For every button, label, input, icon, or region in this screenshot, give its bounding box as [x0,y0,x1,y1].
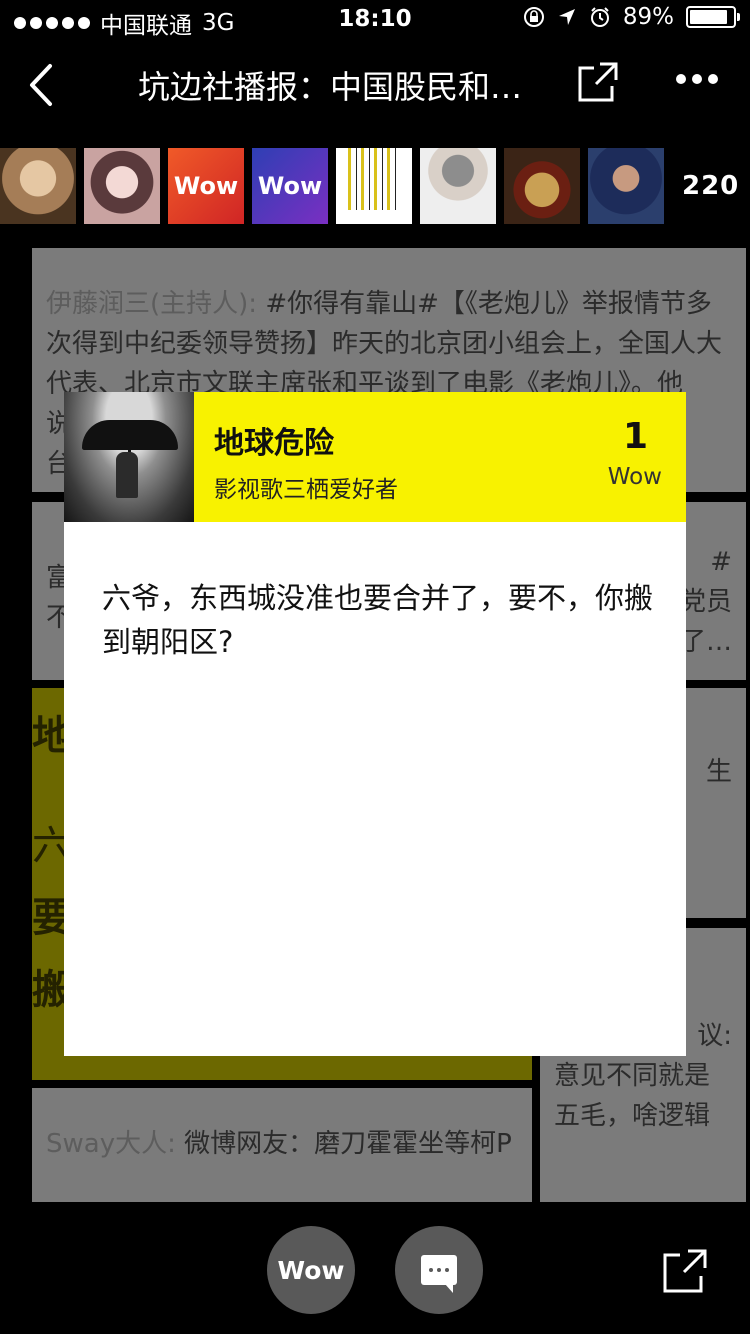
reactor-count[interactable]: 220 [682,148,739,224]
comment-text: 微博网友：磨刀霍霍坐等柯P [175,1129,512,1159]
comment-detail-modal[interactable]: 地球危险 影视歌三栖爱好者 1 Wow 六爷，东西城没准也要合并了，要不，你搬到… [64,392,686,1056]
battery-icon [686,6,740,28]
status-bar: 中国联通 3G 18:10 89% [0,0,750,40]
comment-icon [421,1255,457,1293]
share-icon[interactable] [662,1248,708,1294]
avatar[interactable] [0,148,76,224]
nav-bar: 坑边社播报：中国股民和… [0,42,750,128]
comment-text: 五毛，啥逻辑 [554,1101,711,1131]
bottom-toolbar: Wow [0,1204,750,1334]
status-right: 89% [523,4,740,30]
modal-header: 地球危险 影视歌三栖爱好者 1 Wow [64,392,686,522]
reactor-avatars: Wow Wow 220 [0,148,750,224]
user-subtitle: 影视歌三栖爱好者 [214,477,398,503]
more-icon[interactable] [676,74,718,84]
wow-button[interactable]: Wow [267,1226,355,1314]
avatar-wow[interactable]: Wow [252,148,328,224]
wow-label: Wow [173,172,239,200]
comment-user: 伊藤润三(主持人): [46,289,258,319]
battery-percent: 89% [622,4,674,30]
avatar[interactable] [504,148,580,224]
avatar[interactable] [588,148,664,224]
location-icon [558,9,575,25]
page-title: 坑边社播报：中国股民和… [138,68,523,106]
comment-card[interactable]: Sway大人: 微博网友：磨刀霍霍坐等柯P [32,1088,532,1202]
comment-text: 意见不同就是 [554,1061,711,1091]
avatar[interactable] [84,148,160,224]
user-avatar[interactable] [64,392,194,522]
rotation-lock-icon [523,7,544,27]
share-icon[interactable] [576,60,620,104]
wow-label: Wow [257,172,323,200]
comment-button[interactable] [395,1226,483,1314]
alarm-icon [590,7,609,27]
comment-message: 六爷，东西城没准也要合并了，要不，你搬到朝阳区? [102,581,654,659]
umbrella-icon [82,420,178,450]
avatar[interactable] [420,148,496,224]
comment-user: Sway大人: [46,1129,176,1159]
chevron-left-icon[interactable] [20,60,64,110]
avatar-wow[interactable]: Wow [168,148,244,224]
user-name[interactable]: 地球危险 [214,418,334,462]
avatar[interactable] [336,148,412,224]
wow-count-label: Wow [607,464,662,490]
wow-count: 1 [622,416,648,457]
